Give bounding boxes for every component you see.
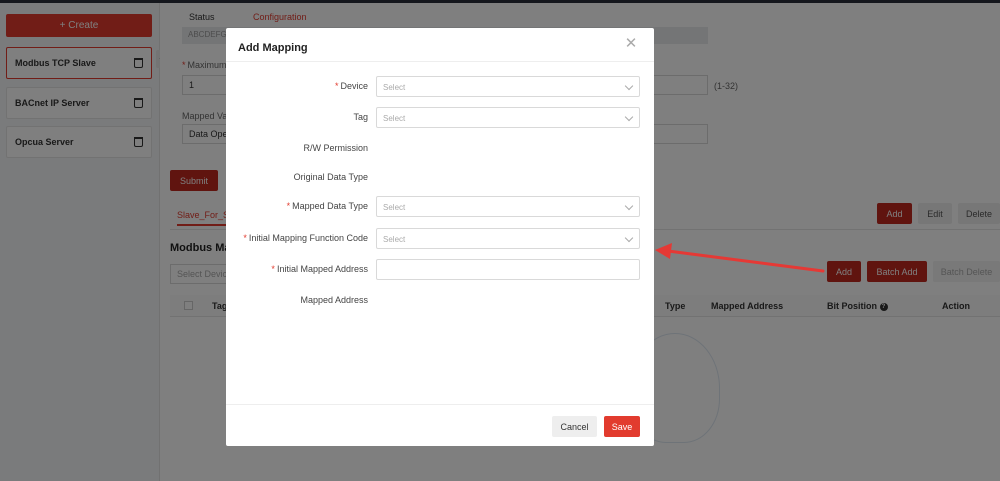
tag-label: Tag [353,112,368,122]
form-row-device: * Device Select [226,76,654,97]
form-row-rw-permission: R/W Permission [226,138,654,159]
device-select[interactable]: Select [376,76,640,97]
cancel-button[interactable]: Cancel [552,416,597,437]
tag-select[interactable]: Select [376,107,640,128]
divider [226,61,654,62]
close-icon[interactable]: ✕ [623,36,639,52]
mapped-data-type-select[interactable]: Select [376,196,640,217]
divider [226,404,654,405]
dialog-title: Add Mapping [238,42,308,54]
select-placeholder: Select [383,114,406,123]
initial-mapped-address-input[interactable] [376,259,640,280]
function-code-select[interactable]: Select [376,228,640,249]
save-button[interactable]: Save [604,416,640,437]
form-row-tag: Tag Select [226,107,654,128]
device-label: Device [340,81,368,91]
select-placeholder: Select [383,235,406,244]
select-placeholder: Select [383,83,406,92]
chevron-down-icon [624,112,634,122]
add-mapping-dialog: Add Mapping ✕ * Device Select Tag Select … [226,28,654,446]
chevron-down-icon [624,81,634,91]
mapped-data-type-label: Mapped Data Type [292,201,368,211]
chevron-down-icon [624,233,634,243]
rw-permission-label: R/W Permission [303,143,368,153]
mapped-address-label: Mapped Address [300,295,368,305]
form-row-function-code: * Initial Mapping Function Code Select [226,228,654,249]
form-row-mapped-data-type: * Mapped Data Type Select [226,196,654,217]
form-row-initial-mapped-address: * Initial Mapped Address [226,259,654,280]
initial-mapped-address-label: Initial Mapped Address [276,264,368,274]
select-placeholder: Select [383,203,406,212]
form-row-mapped-address: Mapped Address [226,290,654,311]
chevron-down-icon [624,201,634,211]
form-row-original-data-type: Original Data Type [226,167,654,188]
function-code-label: Initial Mapping Function Code [248,233,368,243]
original-data-type-label: Original Data Type [293,172,368,182]
